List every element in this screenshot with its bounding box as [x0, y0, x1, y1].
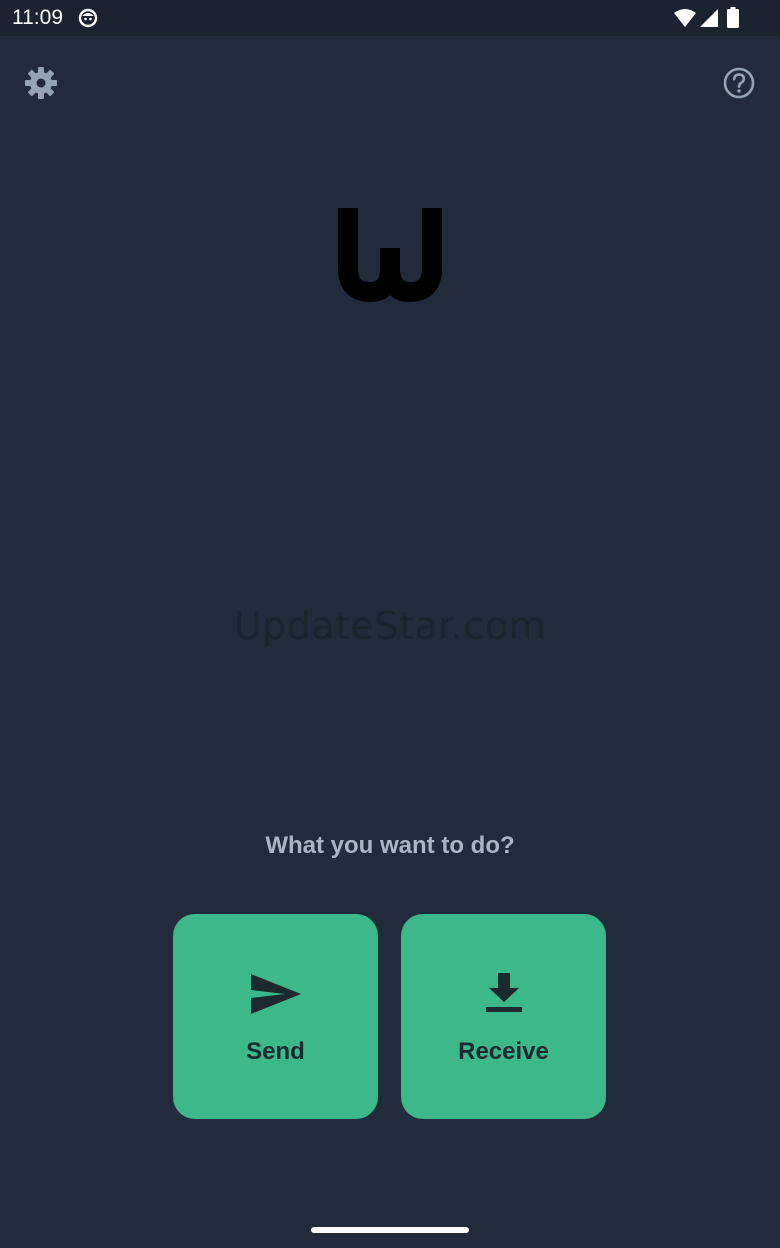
status-bar: 11:09	[0, 0, 780, 36]
battery-icon	[727, 7, 739, 28]
send-button-label: Send	[246, 1038, 305, 1065]
watermark: UpdateStar.com	[233, 604, 547, 648]
app-screen: 11:09 UpdateStar.com What you want to do…	[0, 0, 780, 1248]
receive-button-label: Receive	[458, 1038, 549, 1065]
download-icon	[486, 973, 522, 1012]
app-notification-icon	[78, 8, 98, 28]
send-button[interactable]: Send	[173, 914, 378, 1119]
home-indicator[interactable]	[311, 1227, 469, 1233]
status-time: 11:09	[12, 6, 63, 29]
help-circle-icon[interactable]	[720, 64, 758, 102]
w-logo-icon	[338, 208, 442, 303]
prompt-text: What you want to do?	[265, 832, 515, 859]
send-icon	[251, 974, 301, 1014]
receive-button[interactable]: Receive	[401, 914, 606, 1119]
signal-icon	[700, 9, 718, 27]
gear-icon[interactable]	[22, 64, 60, 102]
wifi-icon	[674, 9, 696, 27]
